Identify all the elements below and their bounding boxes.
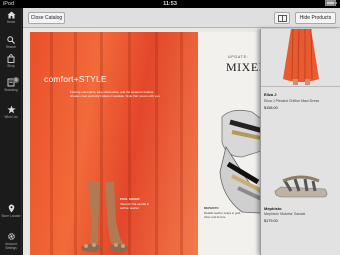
sidebar-item-label: Search [5,45,17,49]
sidebar-item-search[interactable]: Search [0,36,22,49]
right-caption: Metallic leather straps in gold, silver … [204,211,241,219]
page-view-button[interactable] [274,12,290,24]
products-panel: Eliza J Eliza J Pleated Chiffon Maxi Dre… [260,29,340,255]
close-catalog-button[interactable]: Close Catalog [28,12,65,24]
product-price: $179.00 [264,219,278,223]
sidebar-item-store-locator[interactable]: Store Locator [0,204,22,218]
two-page-view-icon [277,14,287,24]
sidebar-item-label: Account Settings [5,242,17,250]
clock: 11:53 [163,1,177,7]
left-page-headline: comfort+STYLE [44,74,107,84]
location-pin-icon [0,204,22,213]
sidebar-item-home[interactable]: Home [0,11,22,24]
star-icon [0,105,22,114]
browsing-count-badge: 5 [13,77,19,83]
product-price: $158.00 [264,106,278,110]
gear-icon [0,232,22,241]
sidebar-item-label: Home [6,20,16,24]
product-brand: Mephisto [264,206,282,211]
product-description: Mephisto 'Mobeta' Sandal [264,212,306,216]
sidebar-item-label: Wish List [4,115,18,119]
sidebar-item-shop[interactable]: Shop [0,54,22,68]
product-brand: Eliza J [264,92,277,97]
sidebar-item-label: Shop [7,64,15,68]
left-page-body: Flowing maxi skirts, easy silhouettes, a… [70,90,161,98]
mephisto-sandal-image [271,169,331,201]
sidebar-item-browsing[interactable]: 5 Browsing [0,77,22,92]
product-item[interactable] [261,29,340,86]
shopping-bag-icon [0,54,22,63]
product-item[interactable]: Mephisto Mephisto 'Mobeta' Sandal $179.0… [261,169,340,255]
home-icon [0,11,22,19]
sidebar-item-label: Store Locator [1,214,21,218]
model-photo [70,182,130,255]
toolbar: Close Catalog Hide Products [23,8,340,28]
left-caption-title: PAUL GREEN [120,197,140,201]
hide-products-button[interactable]: Hide Products [295,12,336,24]
sidebar-item-wish-list[interactable]: Wish List [0,105,22,119]
maxi-dress-image [279,29,323,85]
right-page-kicker: UPDATE: [228,55,249,59]
product-description: Eliza J Pleated Chiffon Maxi Dress [264,99,320,103]
product-item[interactable]: Eliza J Eliza J Pleated Chiffon Maxi Dre… [261,87,340,149]
catalog-left-page[interactable]: comfort+STYLE Flowing maxi skirts, easy … [30,32,198,255]
sidebar-item-label: Browsing [4,88,18,92]
sidebar: Home Search Shop 5 Browsing Wish List St… [0,8,22,255]
left-caption: 'Manzini' flat sandal in saffron leather [120,202,150,210]
status-bar: iPod 11:53 [0,0,340,8]
search-icon [0,36,22,44]
sidebar-item-account-settings[interactable]: Account Settings [0,232,22,250]
